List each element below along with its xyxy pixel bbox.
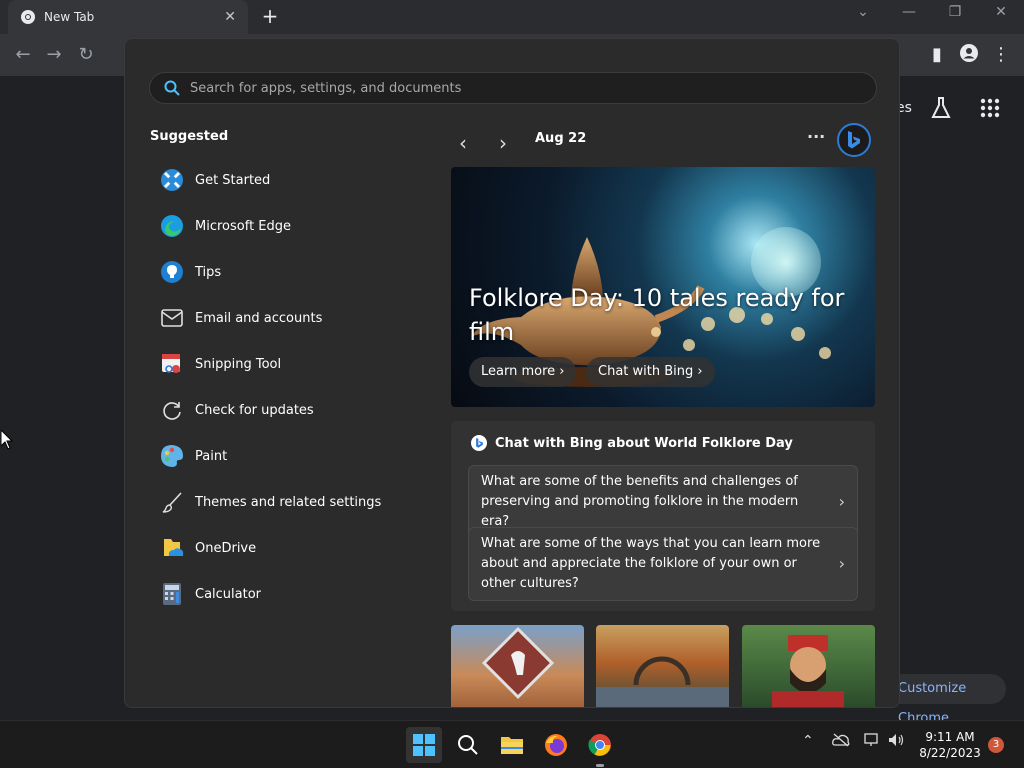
chrome-taskbar-button[interactable] [582,727,618,763]
news-thumbnail-2[interactable] [596,625,729,707]
onedrive-icon [159,535,185,561]
tab-search-icon[interactable]: ⌄ [848,4,878,20]
onedrive-tray-icon[interactable] [832,733,850,751]
suggested-paint[interactable]: Paint [149,433,409,479]
back-icon[interactable]: ← [12,44,34,66]
new-tab-button[interactable]: + [258,6,282,28]
suggested-onedrive[interactable]: OneDrive [149,525,409,571]
suggested-get-started[interactable]: Get Started [149,157,409,203]
hero-news-card[interactable]: Folklore Day: 10 tales ready for film Le… [451,167,875,407]
suggested-check-updates[interactable]: Check for updates [149,387,409,433]
side-panel-icon[interactable]: ▮ [926,44,948,66]
start-button[interactable] [406,727,442,763]
suggested-themes[interactable]: Themes and related settings [149,479,409,525]
folder-icon [501,737,523,754]
chevron-right-icon: › [697,364,703,379]
calculator-icon [159,581,185,607]
suggested-snipping-tool[interactable]: Snipping Tool [149,341,409,387]
bing-question-2[interactable]: What are some of the ways that you can l… [468,527,858,601]
hero-headline[interactable]: Folklore Day: 10 tales ready for film [469,281,849,349]
notification-badge[interactable]: 3 [988,737,1004,753]
chrome-icon [21,10,35,24]
start-search-input[interactable] [190,80,876,96]
tab-close-icon[interactable]: ✕ [224,9,236,25]
bigfoot-sign-image [481,626,555,700]
news-thumbnails [451,625,875,707]
tab-title: New Tab [44,10,95,24]
chevron-right-icon: › [838,554,845,573]
running-indicator [596,764,604,767]
labs-icon[interactable] [930,96,952,124]
bridge-image [596,656,729,707]
clock-date: 8/22/2023 [919,746,981,760]
windows-logo-icon [413,734,435,756]
news-thumbnail-1[interactable] [451,625,584,707]
suggested-list: Get Started Microsoft Edge Tips Email an… [149,157,409,617]
network-icon[interactable] [864,733,880,751]
news-thumbnail-3[interactable] [742,625,875,707]
search-icon [458,735,478,755]
volume-icon[interactable] [888,733,904,751]
next-arrow-icon[interactable]: › [499,131,507,155]
firefox-icon [545,734,567,756]
bing-logo-icon [471,435,487,451]
customize-chrome-button[interactable]: Customize Chrome [884,674,1006,726]
suggested-email-accounts[interactable]: Email and accounts [149,295,409,341]
suggested-heading: Suggested [150,129,229,144]
search-icon [164,80,180,96]
suggested-microsoft-edge[interactable]: Microsoft Edge [149,203,409,249]
chat-with-bing-button[interactable]: Chat with Bing › [586,357,715,387]
close-window-icon[interactable]: ✕ [986,4,1016,20]
widgets-header: ‹ › Aug 22 ··· [451,123,875,157]
tips-icon [159,259,185,285]
edge-icon [159,213,185,239]
snipping-tool-icon [159,351,185,377]
bing-chat-heading: Chat with Bing about World Folklore Day [471,435,793,451]
tab-strip: New Tab ✕ + ⌄ — ❐ ✕ [0,0,1024,34]
bing-chat-card: Chat with Bing about World Folklore Day … [451,421,875,611]
chevron-right-icon: › [838,492,845,511]
start-menu: Suggested Get Started Microsoft Edge Tip… [124,38,900,708]
chevron-right-icon: › [559,364,565,379]
suggested-calculator[interactable]: Calculator [149,571,409,617]
forward-icon[interactable]: → [43,44,65,66]
apps-grid-icon[interactable] [980,98,1000,122]
brush-icon [159,489,185,515]
more-options-icon[interactable]: ··· [807,127,825,146]
paint-icon [159,443,185,469]
widgets-date: Aug 22 [535,131,587,146]
get-started-icon [159,167,185,193]
clock-time: 9:11 AM [925,730,975,744]
mouse-cursor-icon [1,430,13,450]
mail-icon [159,305,185,331]
menu-icon[interactable]: ⋮ [990,44,1012,66]
taskbar: ⌃ 9:11 AM 8/22/2023 3 [0,720,1024,768]
file-explorer-button[interactable] [494,727,530,763]
suggested-tips[interactable]: Tips [149,249,409,295]
lumberjack-image [772,635,844,707]
show-hidden-icons-icon[interactable]: ⌃ [802,733,814,749]
firefox-button[interactable] [538,727,574,763]
minimize-icon[interactable]: — [894,4,924,20]
prev-arrow-icon[interactable]: ‹ [459,131,467,155]
chrome-icon [588,734,611,756]
tab-new-tab[interactable]: New Tab ✕ [8,0,248,34]
bing-icon[interactable] [837,123,871,157]
start-search-box[interactable] [149,72,877,104]
reload-icon[interactable]: ↻ [75,44,97,66]
clock[interactable]: 9:11 AM 8/22/2023 [912,729,988,761]
taskbar-search-button[interactable] [450,727,486,763]
restore-icon[interactable]: ❐ [940,4,970,20]
profile-icon[interactable] [958,44,980,66]
learn-more-button[interactable]: Learn more › [469,357,577,387]
refresh-icon [159,397,185,423]
